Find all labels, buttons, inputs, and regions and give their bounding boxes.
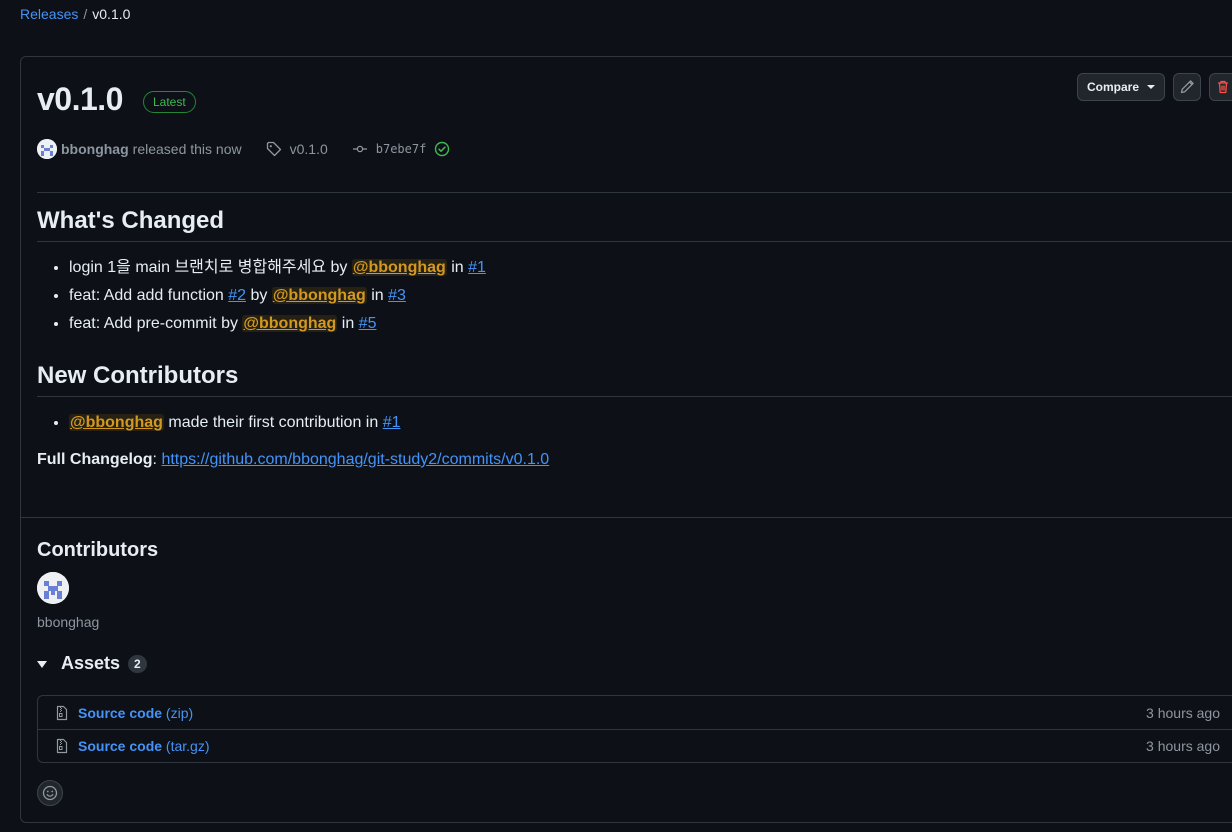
changelog-link[interactable]: https://github.com/bbonghag/git-study2/c… bbox=[161, 451, 549, 468]
release-meta: bbonghag released this now v0.1.0 b7ebe7… bbox=[37, 139, 450, 159]
release-author-link[interactable]: bbonghag bbox=[61, 141, 129, 157]
asset-name-text: Source code bbox=[78, 738, 163, 754]
contributor-avatar[interactable] bbox=[37, 572, 69, 604]
breadcrumb-separator: / bbox=[83, 6, 88, 22]
release-header: v0.1.0 Latest bbox=[37, 81, 196, 118]
full-changelog: Full Changelog: https://github.com/bbong… bbox=[37, 451, 1232, 469]
list-item: @bbonghag made their first contribution … bbox=[69, 409, 1232, 437]
user-mention[interactable]: @bbonghag bbox=[242, 315, 338, 332]
new-contributors-list: @bbonghag made their first contribution … bbox=[69, 409, 1232, 437]
commit-sha: b7ebe7f bbox=[375, 142, 427, 156]
assets-count: 2 bbox=[128, 654, 147, 673]
tag-icon bbox=[266, 141, 281, 157]
release-tag[interactable]: v0.1.0 bbox=[266, 141, 328, 157]
release-commit[interactable]: b7ebe7f bbox=[352, 141, 451, 157]
asset-link[interactable]: Source code (zip) bbox=[54, 705, 193, 721]
asset-name: Source code (tar.gz) bbox=[78, 738, 210, 754]
contributors-section: Contributors bbonghag bbox=[37, 539, 158, 630]
pr-link[interactable]: #2 bbox=[228, 287, 246, 304]
meta-divider bbox=[37, 192, 1232, 193]
item-text: in bbox=[366, 287, 389, 304]
assets-toggle[interactable]: Assets 2 bbox=[37, 653, 147, 674]
assets-heading: Assets bbox=[61, 653, 121, 673]
compare-label: Compare bbox=[1086, 80, 1139, 94]
asset-row: Source code (tar.gz) 3 hours ago bbox=[38, 729, 1232, 762]
triangle-down-icon bbox=[37, 661, 47, 668]
latest-badge: Latest bbox=[142, 90, 196, 113]
new-contributors-heading: New Contributors bbox=[37, 362, 1232, 397]
asset-link[interactable]: Source code (tar.gz) bbox=[54, 738, 210, 754]
asset-ext: (zip) bbox=[165, 704, 194, 721]
triangle-down-icon bbox=[1147, 85, 1155, 89]
asset-time: 3 hours ago bbox=[1146, 704, 1220, 721]
add-reaction-button[interactable] bbox=[37, 780, 63, 806]
item-text: in bbox=[446, 259, 469, 276]
list-item: feat: Add pre-commit by @bbonghag in #5 bbox=[69, 310, 1232, 338]
asset-ext: (tar.gz) bbox=[165, 738, 210, 754]
pencil-icon bbox=[1180, 80, 1194, 94]
list-item: feat: Add add function #2 by @bbonghag i… bbox=[69, 282, 1232, 310]
check-circle-icon[interactable] bbox=[434, 141, 450, 157]
trash-icon bbox=[1218, 80, 1228, 94]
asset-time: 3 hours ago bbox=[1146, 738, 1220, 754]
asset-name: Source code (zip) bbox=[78, 705, 193, 721]
assets-list: Source code (zip) 3 hours ago Source cod… bbox=[37, 695, 1232, 763]
release-actions: Compare bbox=[1077, 73, 1232, 101]
item-text: feat: Add pre-commit by bbox=[69, 315, 243, 332]
pr-link[interactable]: #1 bbox=[468, 259, 486, 276]
released-text: released this now bbox=[132, 141, 242, 157]
whats-changed-heading: What's Changed bbox=[37, 207, 1232, 242]
asset-name-text: Source code bbox=[78, 704, 163, 721]
breadcrumb: Releases / v0.1.0 bbox=[20, 6, 130, 22]
item-text: in bbox=[337, 315, 359, 332]
pr-link[interactable]: #5 bbox=[359, 315, 377, 332]
release-tag-label: v0.1.0 bbox=[289, 141, 328, 157]
item-text: login 1을 main 브랜치로 병합해주세요 by bbox=[69, 259, 352, 276]
pr-link[interactable]: #3 bbox=[388, 287, 406, 304]
identicon-icon bbox=[37, 572, 69, 604]
edit-button[interactable] bbox=[1173, 73, 1201, 101]
user-mention[interactable]: @bbonghag bbox=[69, 414, 164, 431]
avatar[interactable] bbox=[37, 139, 57, 159]
item-text: feat: Add add function bbox=[69, 287, 229, 304]
contributor-name: bbonghag bbox=[37, 614, 100, 630]
file-zip-icon bbox=[56, 705, 68, 720]
compare-button[interactable]: Compare bbox=[1077, 73, 1165, 101]
identicon-icon bbox=[37, 139, 57, 159]
changelog-label: Full Changelog bbox=[37, 451, 153, 468]
release-card: v0.1.0 Latest Compare bbonghag released … bbox=[20, 56, 1232, 823]
smiley-icon bbox=[42, 785, 58, 801]
whats-changed-list: login 1을 main 브랜치로 병합해주세요 by @bbonghag i… bbox=[69, 254, 1232, 338]
asset-row: Source code (zip) 3 hours ago bbox=[38, 696, 1232, 729]
contributors-heading: Contributors bbox=[37, 539, 159, 561]
release-notes: What's Changed login 1을 main 브랜치로 병합해주세요… bbox=[37, 207, 1232, 469]
git-commit-icon bbox=[352, 145, 367, 153]
pr-link[interactable]: #1 bbox=[383, 414, 401, 431]
user-mention[interactable]: @bbonghag bbox=[351, 259, 447, 276]
breadcrumb-releases-link[interactable]: Releases bbox=[20, 6, 78, 22]
breadcrumb-current: v0.1.0 bbox=[92, 6, 131, 22]
contributors-divider bbox=[21, 517, 1232, 518]
user-mention[interactable]: @bbonghag bbox=[271, 287, 367, 304]
item-text: by bbox=[246, 287, 272, 304]
file-zip-icon bbox=[56, 738, 68, 754]
release-title[interactable]: v0.1.0 bbox=[37, 81, 123, 118]
item-text: made their first contribution in bbox=[163, 414, 383, 431]
delete-button[interactable] bbox=[1209, 73, 1232, 101]
list-item: login 1을 main 브랜치로 병합해주세요 by @bbonghag i… bbox=[69, 254, 1232, 282]
